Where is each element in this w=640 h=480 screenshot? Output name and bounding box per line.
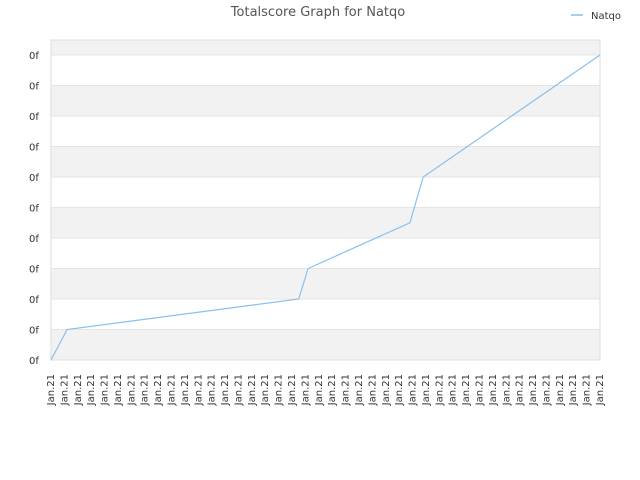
x-tick-label: Jan.21 [100,374,111,406]
x-tick-label: Jan.21 [408,374,419,406]
x-tick-label: Jan.21 [461,374,472,406]
x-tick-label: Jan.21 [528,374,539,406]
y-tick-label: 0f [29,234,39,245]
x-tick-label: Jan.21 [421,374,432,406]
x-tick-label: Jan.21 [354,374,365,406]
plot-band [51,238,600,269]
x-tick-label: Jan.21 [274,374,285,406]
plot-band [51,207,600,238]
x-tick-label: Jan.21 [126,374,137,406]
x-tick-label: Jan.21 [247,374,258,406]
x-tick-label: Jan.21 [300,374,311,406]
x-tick-label: Jan.21 [207,374,218,406]
x-tick-label: Jan.21 [394,374,405,406]
x-tick-label: Jan.21 [180,374,191,406]
x-tick-label: Jan.21 [474,374,485,406]
y-tick-label: 0f [29,326,39,337]
plot-bands [51,40,600,360]
x-tick-label: Jan.21 [367,374,378,406]
legend: Natqo [571,11,621,22]
y-tick-label: 0f [29,143,39,154]
x-tick-label: Jan.21 [541,374,552,406]
line-chart: 0f0f0f0f0f0f0f0f0f0f0f Jan.21 Jan.21 Jan.2… [29,5,621,406]
x-tick-label: Jan.21 [515,374,526,406]
x-tick-label: Jan.21 [501,374,512,406]
plot-band [51,116,600,147]
x-tick-label: Jan.21 [314,374,325,406]
x-tick-label: Jan.21 [220,374,231,406]
x-tick-label: Jan.21 [140,374,151,406]
x-tick-label: Jan.21 [153,374,164,406]
y-tick-label: 0f [29,112,39,123]
x-tick-label: Jan.21 [582,374,593,406]
plot-band [51,40,600,55]
x-tick-label: Jan.21 [233,374,244,406]
x-tick-label: Jan.21 [555,374,566,406]
plot-band [51,329,600,360]
x-tick-label: Jan.21 [381,374,392,406]
x-tick-label: Jan.21 [59,374,70,406]
x-axis-ticks: Jan.21 Jan.21 Jan.21 Jan.21 Jan.21 Jan.21 Jan.… [46,374,606,406]
x-tick-label: Jan.21 [86,374,97,406]
y-tick-label: 0f [29,295,39,306]
plot-band [51,268,600,299]
x-tick-label: Jan.21 [260,374,271,406]
plot-band [51,177,600,208]
x-tick-label: Jan.21 [287,374,298,406]
plot-band [51,55,600,86]
x-tick-label: Jan.21 [167,374,178,406]
x-tick-label: Jan.21 [488,374,499,406]
y-tick-label: 0f [29,173,39,184]
x-tick-label: Jan.21 [327,374,338,406]
y-tick-label: 0f [29,204,39,215]
y-tick-label: 0f [29,82,39,93]
plot-band [51,299,600,330]
y-tick-label: 0f [29,356,39,367]
y-axis-ticks: 0f 0f 0f 0f 0f 0f 0f 0f 0f 0f 0f [29,51,39,367]
legend-label-natqo: Natqo [591,11,621,22]
x-tick-label: Jan.21 [341,374,352,406]
x-tick-label: Jan.21 [434,374,445,406]
x-tick-label: Jan.21 [568,374,579,406]
plot-band [51,146,600,177]
x-tick-label: Jan.21 [73,374,84,406]
x-tick-label: Jan.21 [193,374,204,406]
x-tick-label: Jan.21 [46,374,57,406]
x-tick-label: Jan.21 [448,374,459,406]
chart-title: Totalscore Graph for Natqo [230,5,405,20]
x-tick-label: Jan.21 [113,374,124,406]
y-tick-label: 0f [29,265,39,276]
x-tick-label: Jan.21 [595,374,606,406]
y-tick-label: 0f [29,51,39,62]
